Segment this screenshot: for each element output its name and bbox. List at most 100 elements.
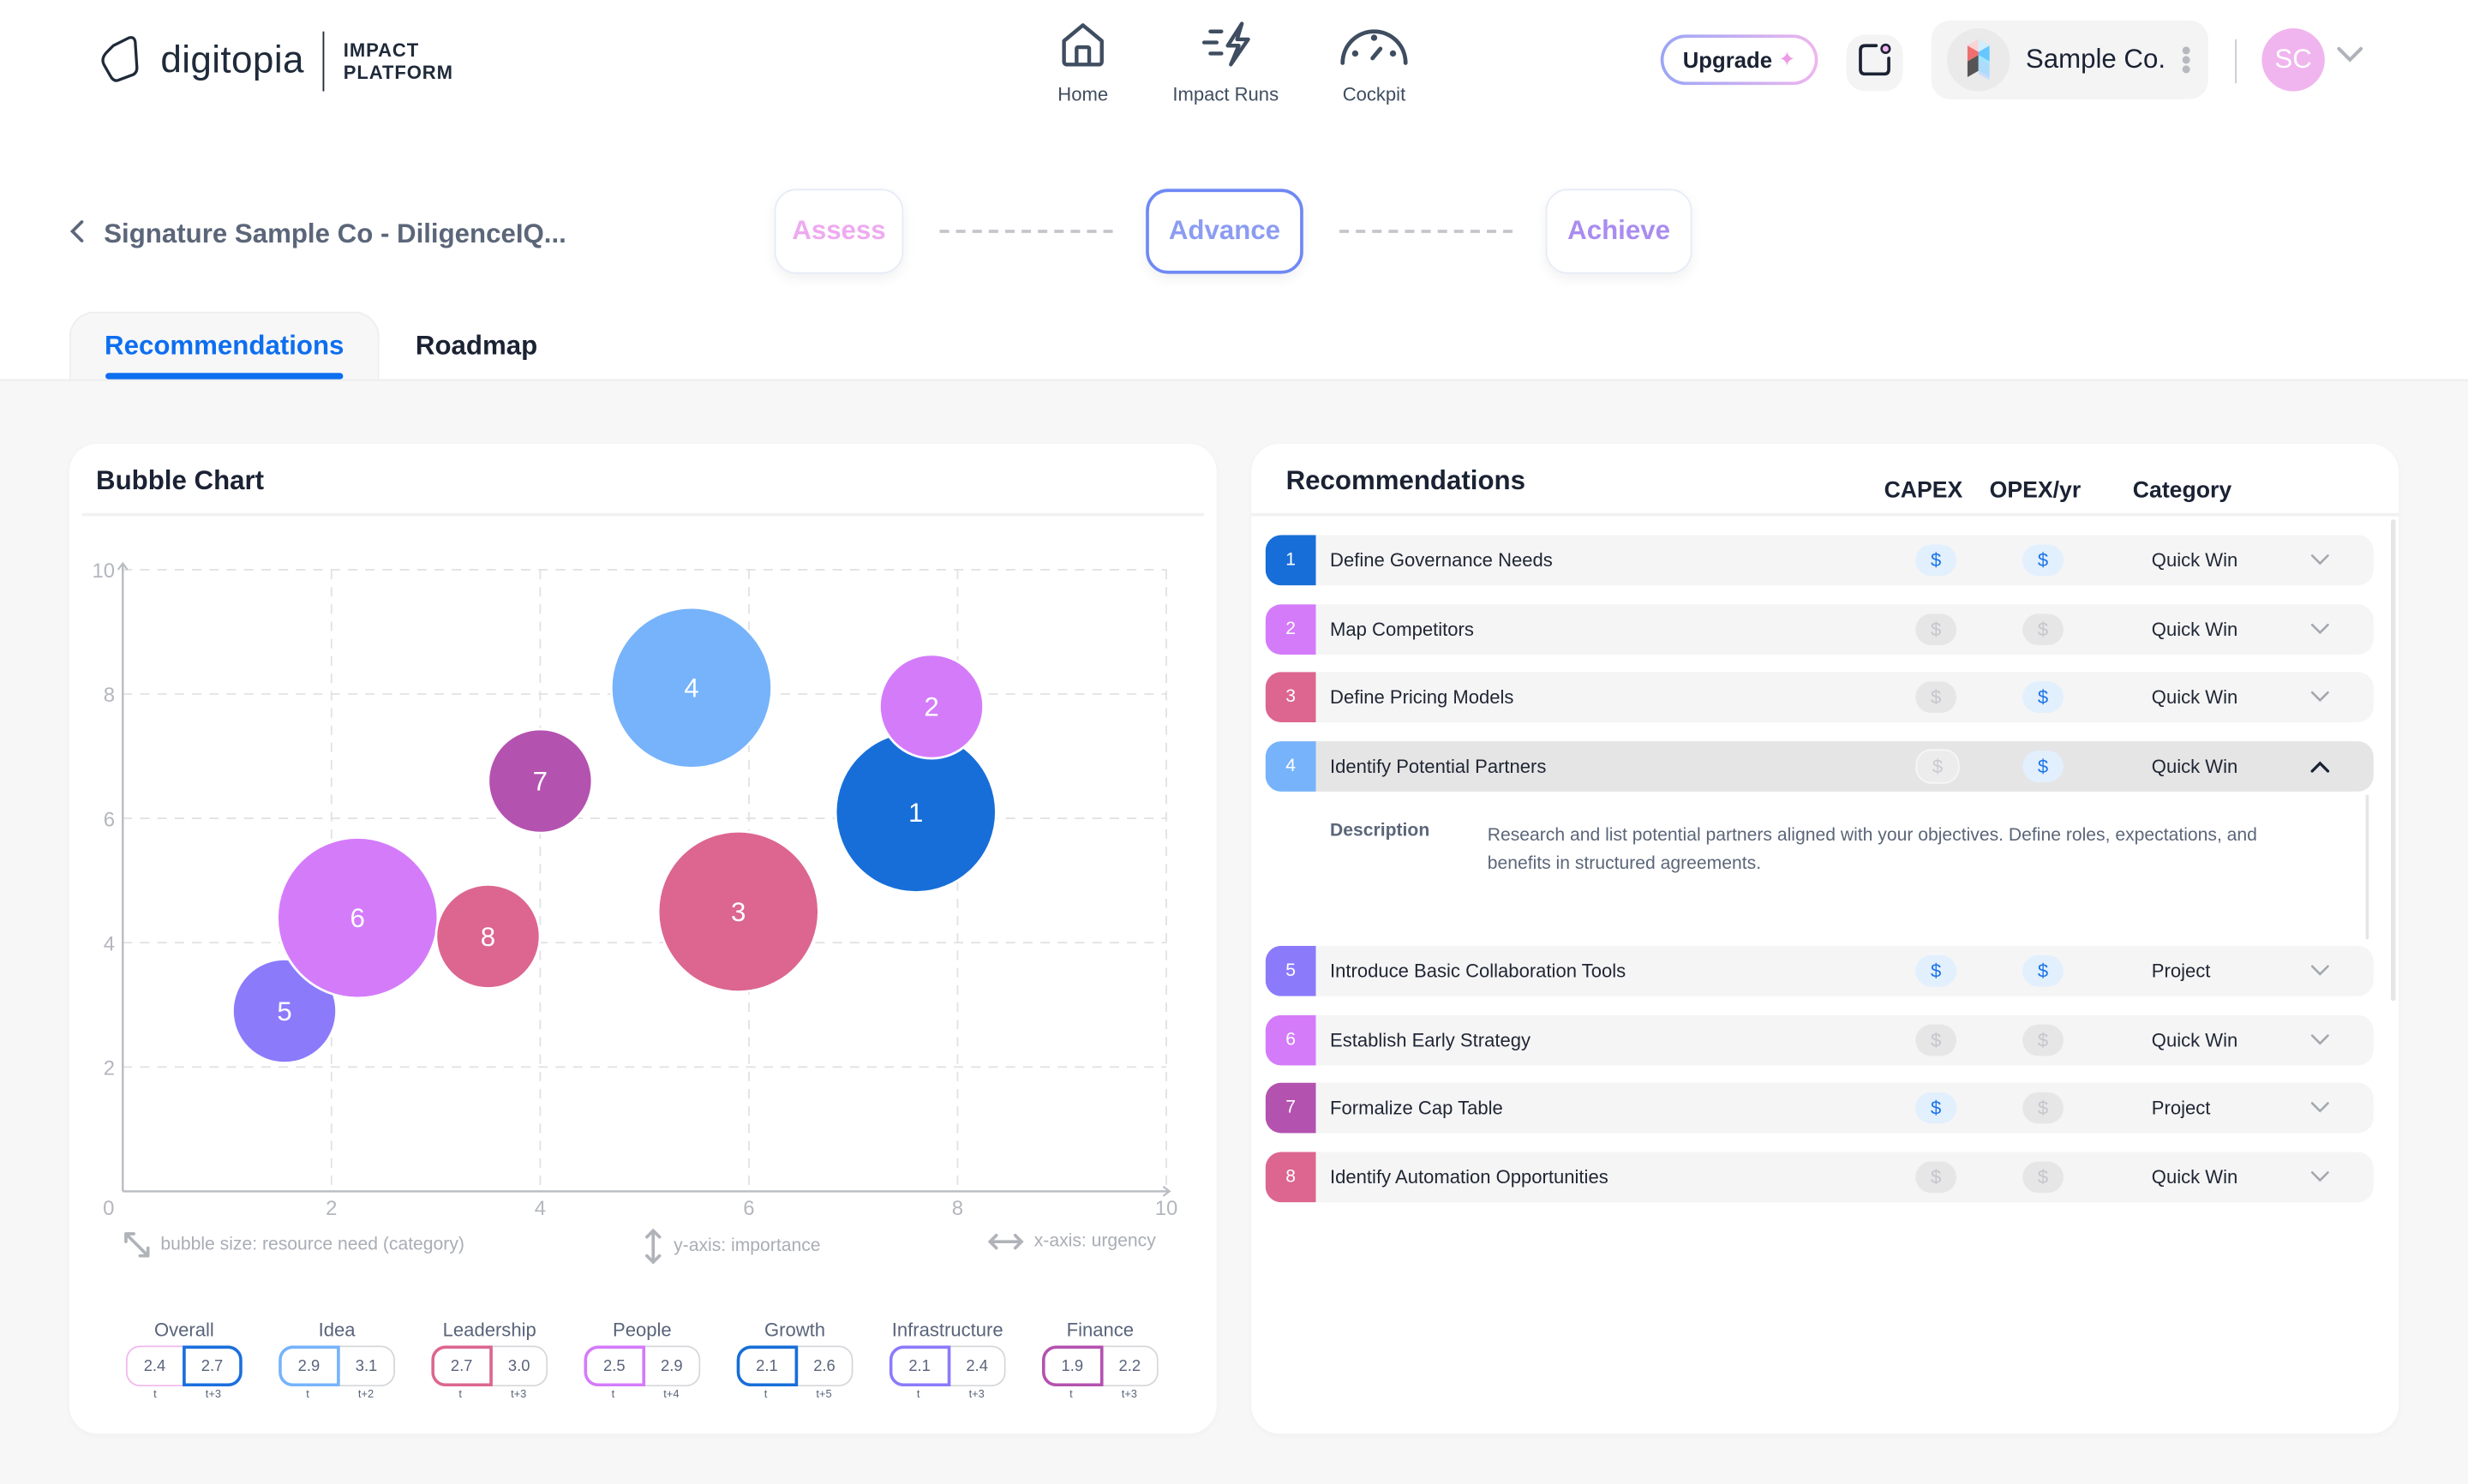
recommendation-row[interactable]: 5 Introduce Basic Collaboration Tools $ … — [1265, 945, 2374, 996]
size-note-text: bubble size: resource need (category) — [160, 1235, 464, 1254]
score-period-labels: t t+5 — [737, 1390, 854, 1401]
period-future: t+3 — [205, 1389, 222, 1401]
chevron-up-icon[interactable] — [2310, 756, 2330, 778]
description-label: Description — [1330, 821, 1430, 841]
score-infrastructure: Infrastructure 2.1 2.4 t t+3 — [889, 1319, 1006, 1401]
chevron-down-icon[interactable] — [2310, 1166, 2329, 1188]
score-period-labels: t t+3 — [890, 1390, 1006, 1401]
opex-indicator: $ — [2022, 613, 2064, 646]
bubble-label: 4 — [684, 673, 698, 703]
period-future: t+3 — [968, 1389, 985, 1401]
score-label: Overall — [153, 1319, 214, 1341]
score-pill: 2.1 2.4 — [889, 1345, 1006, 1387]
row-category: Project — [2151, 960, 2211, 983]
score-future: 2.4 — [949, 1345, 1006, 1387]
opex-indicator: $ — [2022, 544, 2064, 577]
period-future: t+2 — [357, 1389, 374, 1401]
recommendation-row[interactable]: 6 Establish Early Strategy $ $ Quick Win — [1265, 1014, 2374, 1066]
row-category: Quick Win — [2151, 1166, 2238, 1188]
score-pill: 2.5 2.9 — [584, 1345, 701, 1387]
row-number-badge: 6 — [1265, 1014, 1316, 1066]
chevron-down-icon[interactable] — [2310, 1097, 2329, 1119]
score-pill: 2.4 2.7 — [125, 1345, 243, 1387]
scrollbar[interactable] — [2390, 519, 2396, 1002]
score-current: 2.4 — [125, 1345, 183, 1387]
chevron-down-icon[interactable] — [2310, 619, 2329, 641]
score-pill: 1.9 2.2 — [1041, 1345, 1159, 1387]
period-future: t+3 — [1121, 1389, 1137, 1401]
horizontal-arrows-icon — [987, 1233, 1024, 1250]
y-tick-label: 8 — [104, 684, 115, 707]
recommendation-row[interactable]: 7 Formalize Cap Table $ $ Project — [1265, 1082, 2374, 1134]
score-current: 2.1 — [736, 1345, 798, 1387]
opex-indicator: $ — [2022, 751, 2064, 782]
score-label: Idea — [318, 1319, 356, 1341]
bubble-label: 1 — [908, 798, 923, 828]
score-period-labels: t t+4 — [584, 1390, 700, 1401]
opex-indicator: $ — [2022, 1024, 2064, 1056]
row-number-badge: 2 — [1265, 604, 1316, 655]
recommendations-title: Recommendations — [1285, 465, 1525, 496]
row-number-badge: 5 — [1265, 945, 1316, 996]
x-tick-label: 0 — [103, 1197, 114, 1220]
capex-indicator: $ — [1915, 613, 1957, 646]
recommendation-row[interactable]: 3 Define Pricing Models $ $ Quick Win — [1265, 672, 2374, 723]
x-tick-label: 2 — [326, 1197, 337, 1220]
column-header-capex: CAPEX — [1884, 478, 1963, 504]
y-axis-note-text: y-axis: importance — [674, 1236, 821, 1256]
row-number-badge: 8 — [1265, 1152, 1316, 1203]
recommendation-row[interactable]: 2 Map Competitors $ $ Quick Win — [1265, 604, 2374, 655]
x-tick-label: 4 — [535, 1197, 546, 1220]
score-leadership: Leadership 2.7 3.0 t t+3 — [431, 1319, 548, 1401]
row-number-badge: 7 — [1265, 1082, 1316, 1134]
score-pill: 2.1 2.6 — [736, 1345, 854, 1387]
period-future: t+3 — [511, 1389, 527, 1401]
capex-indicator: $ — [1915, 1161, 1957, 1194]
y-tick-label: 10 — [93, 559, 116, 583]
x-tick-label: 6 — [743, 1197, 754, 1220]
vertical-arrows-icon — [645, 1228, 662, 1265]
y-tick-label: 6 — [104, 808, 115, 831]
score-period-labels: t t+3 — [1042, 1390, 1159, 1401]
score-label: Infrastructure — [891, 1319, 1003, 1341]
column-header-category: Category — [2132, 478, 2232, 504]
recommendation-row[interactable]: 4 Identify Potential Partners $ $ Quick … — [1265, 741, 2374, 792]
score-label: Finance — [1066, 1319, 1135, 1341]
score-label: Leadership — [442, 1319, 536, 1341]
row-number-badge: 1 — [1265, 535, 1316, 586]
score-period-labels: t t+2 — [279, 1390, 395, 1401]
score-current: 1.9 — [1041, 1345, 1103, 1387]
size-note: bubble size: resource need (category) — [123, 1230, 464, 1259]
score-idea: Idea 2.9 3.1 t t+2 — [279, 1319, 396, 1401]
period-future: t+4 — [663, 1389, 680, 1401]
recommendation-row[interactable]: 1 Define Governance Needs $ $ Quick Win — [1265, 535, 2374, 586]
row-category: Quick Win — [2151, 755, 2238, 778]
period-future: t+5 — [816, 1389, 832, 1401]
bubble-label: 7 — [533, 767, 548, 797]
chevron-down-icon[interactable] — [2310, 1029, 2329, 1051]
opex-indicator: $ — [2022, 954, 2064, 987]
bubble-label: 3 — [731, 897, 746, 927]
score-current: 2.5 — [584, 1345, 645, 1387]
capex-indicator: $ — [1915, 1024, 1957, 1056]
score-pill: 2.9 3.1 — [279, 1345, 396, 1387]
opex-indicator: $ — [2022, 681, 2064, 714]
period-current: t — [306, 1389, 309, 1401]
bubble-label: 6 — [350, 903, 365, 933]
period-current: t — [764, 1389, 768, 1401]
score-current: 2.1 — [889, 1345, 950, 1387]
period-current: t — [458, 1389, 463, 1401]
capex-indicator: $ — [1915, 749, 1960, 784]
description-scrollbar[interactable] — [2365, 794, 2369, 940]
capex-indicator: $ — [1915, 954, 1957, 987]
chevron-down-icon[interactable] — [2310, 549, 2329, 571]
score-period-labels: t t+3 — [126, 1390, 243, 1401]
row-title: Formalize Cap Table — [1330, 1097, 1503, 1119]
score-future: 2.2 — [1102, 1345, 1159, 1387]
score-future: 3.1 — [338, 1345, 396, 1387]
chevron-down-icon[interactable] — [2310, 686, 2329, 709]
recommendation-row[interactable]: 8 Identify Automation Opportunities $ $ … — [1265, 1152, 2374, 1203]
chevron-down-icon[interactable] — [2310, 960, 2329, 982]
x-axis-note-text: x-axis: urgency — [1033, 1232, 1156, 1252]
period-current: t — [611, 1389, 615, 1401]
